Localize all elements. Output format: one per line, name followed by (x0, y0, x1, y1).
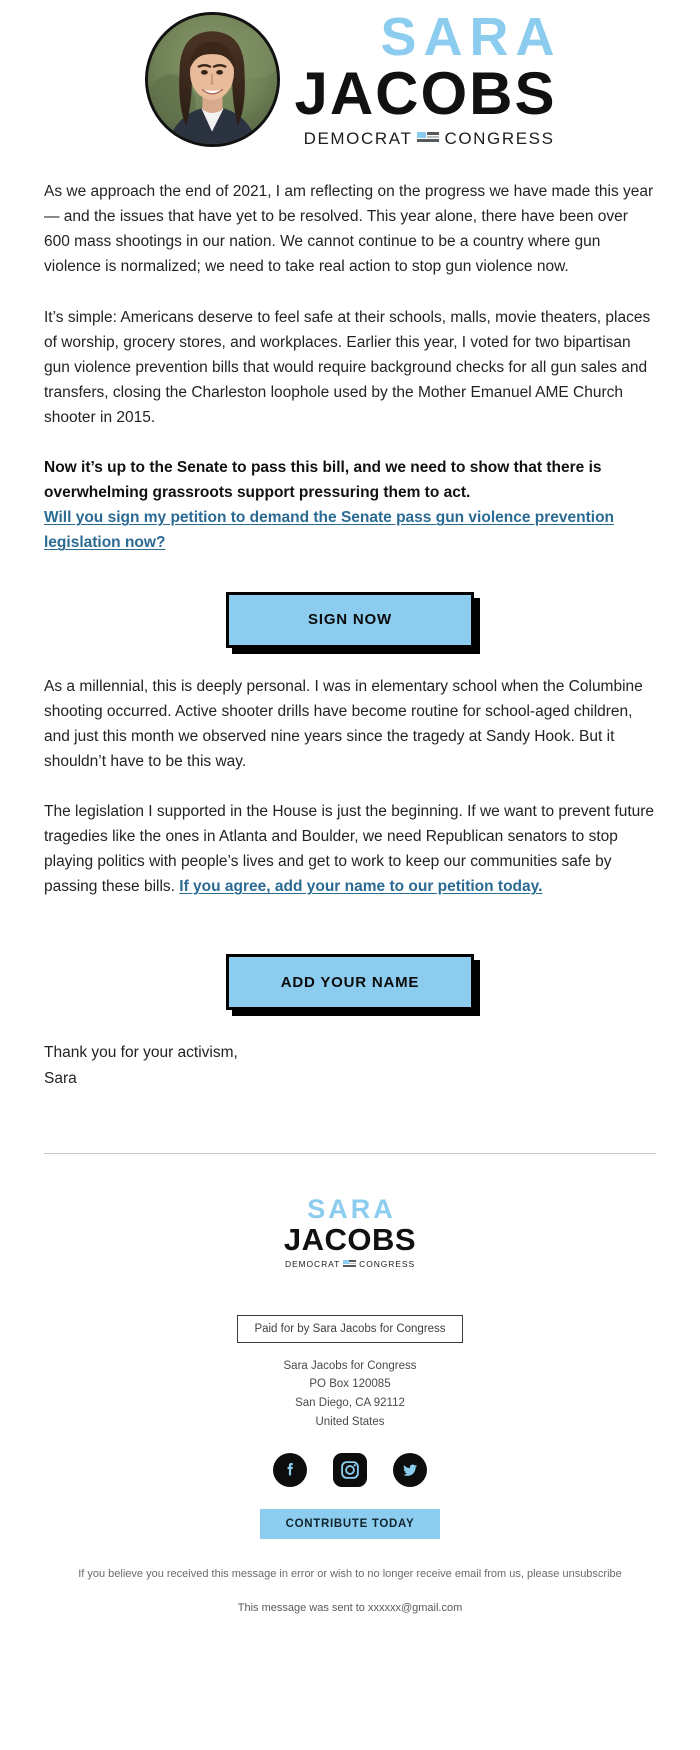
sent-to-text: This message was sent to xxxxxx@gmail.co… (237, 1601, 463, 1614)
petition-link-2[interactable]: If you agree, add your name to our petit… (179, 878, 542, 895)
logo-last-name: JACOBS (294, 60, 557, 128)
footer-campaign-logo: SARA JACOBS DEMOCRAT CONGRESS (283, 1193, 417, 1269)
header-lockup: SARA JACOBS DEMOCRAT CONGRESS (145, 10, 557, 148)
legal-notice: If you believe you received this message… (44, 1565, 656, 1584)
social-links (44, 1453, 656, 1488)
unsubscribe-link[interactable]: unsubscribe (562, 1568, 621, 1580)
logo-tagline: DEMOCRAT CONGRESS (304, 130, 555, 147)
footer-logo-last-name: JACOBS (283, 1221, 417, 1257)
email-body: SARA JACOBS DEMOCRAT CONGRESS As we appr… (0, 0, 700, 1640)
cta-wrap-2: ADD YOUR NAME (44, 924, 656, 1036)
footer-logo-tagline-left: DEMOCRAT (284, 1259, 341, 1270)
email-footer: SARA JACOBS DEMOCRAT CONGRESS Paid for b… (0, 1154, 700, 1640)
petition-link-1-wrapper: Will you sign my petition to demand the … (44, 505, 656, 555)
footer-flag-mark-icon (343, 1260, 357, 1268)
legal-text: If you believe you received this message… (78, 1568, 563, 1581)
address-line: PO Box 120085 (309, 1378, 391, 1391)
cta-wrap-1: SIGN NOW (44, 562, 656, 674)
avatar (145, 12, 281, 148)
twitter-icon[interactable] (393, 1453, 427, 1488)
footer-logo-first-name: SARA (307, 1193, 396, 1224)
sign-now-button[interactable]: SIGN NOW (226, 591, 474, 648)
logo-first-name: SARA (380, 7, 562, 67)
signoff-line-2: Sara (44, 1069, 77, 1087)
facebook-icon[interactable] (273, 1453, 307, 1488)
footer-logo-tagline: DEMOCRAT CONGRESS (285, 1260, 415, 1269)
logo-tagline-left: DEMOCRAT (303, 129, 413, 149)
logo-tagline-right: CONGRESS (444, 129, 555, 149)
address-line: United States (315, 1415, 385, 1428)
paragraph-5: The legislation I supported in the House… (44, 799, 656, 899)
paid-for-disclaimer: Paid for by Sara Jacobs for Congress (237, 1314, 463, 1343)
contribute-today-button[interactable]: CONTRIBUTE TODAY (259, 1509, 441, 1540)
address-line: Sara Jacobs for Congress (283, 1359, 417, 1372)
petition-link-1[interactable]: Will you sign my petition to demand the … (44, 509, 614, 551)
signoff: Thank you for your activism, Sara (0, 1036, 700, 1090)
email-content: As we approach the end of 2021, I am ref… (0, 157, 700, 1036)
flag-mark-icon (417, 132, 440, 145)
paragraph-3-bold: Now it’s up to the Senate to pass this b… (44, 459, 602, 502)
add-your-name-button[interactable]: ADD YOUR NAME (226, 954, 474, 1011)
campaign-logo: SARA JACOBS DEMOCRAT CONGRESS (294, 10, 557, 147)
email-header: SARA JACOBS DEMOCRAT CONGRESS (0, 0, 700, 157)
mailing-address: Sara Jacobs for Congress PO Box 120085 S… (44, 1357, 656, 1432)
footer-logo-tagline-right: CONGRESS (359, 1259, 416, 1270)
instagram-icon[interactable] (333, 1453, 367, 1488)
paragraph-2: It’s simple: Americans deserve to feel s… (44, 308, 651, 426)
paragraph-1: As we approach the end of 2021, I am ref… (44, 183, 654, 276)
signoff-line-1: Thank you for your activism, (44, 1044, 238, 1062)
paragraph-4: As a millennial, this is deeply personal… (44, 677, 643, 770)
address-line: San Diego, CA 92112 (295, 1396, 405, 1409)
